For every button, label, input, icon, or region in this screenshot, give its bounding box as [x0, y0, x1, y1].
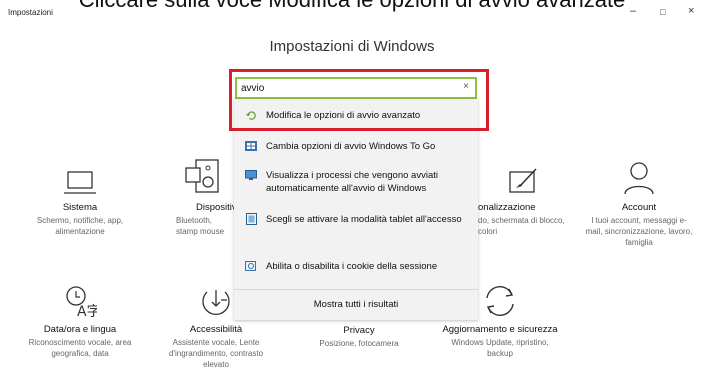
monitor-icon [244, 169, 258, 181]
search-input[interactable] [241, 80, 451, 96]
windows-to-go-icon [244, 140, 258, 152]
suggestion-label: Scegli se attivare la modalità tablet al… [266, 214, 462, 225]
category-desc: do, schermata di blocco, colori [478, 216, 565, 236]
category-title: onalizzazione [478, 202, 536, 213]
suggestion-item-session-cookies[interactable]: Abilita o disabilita i cookie della sess… [234, 260, 478, 273]
category-sistema[interactable]: Sistema Schermo, notifiche, app, aliment… [28, 152, 132, 237]
suggestion-label: Modifica le opzioni di avvio avanzato [266, 110, 421, 121]
category-data-ora-lingua[interactable]: A字 Data/ora e lingua Riconoscimento voca… [28, 274, 132, 359]
suggestion-label: Visualizza i processi che vengono avviat… [266, 170, 438, 194]
category-personalizzazione[interactable]: onalizzazione do, schermata di blocco, c… [478, 152, 568, 237]
category-dispositivi[interactable]: Dispositiv Bluetooth, stamp mouse [170, 142, 237, 237]
category-title: Data/ora e lingua [43, 324, 117, 335]
keyboard-icon [170, 142, 234, 196]
brush-icon [478, 152, 568, 196]
category-title: Account [621, 202, 657, 213]
suggestion-label: Cambia opzioni di avvio Windows To Go [266, 141, 436, 152]
category-title: Sistema [62, 202, 98, 213]
tablet-icon [244, 213, 258, 225]
language-icon: A字 [28, 274, 132, 318]
maximize-button[interactable]: □ [660, 6, 665, 18]
category-desc: I tuoi account, messaggi e-mail, sincron… [585, 216, 693, 247]
suggestion-item-tablet-mode[interactable]: Scegli se attivare la modalità tablet al… [234, 213, 478, 226]
svg-text:A字: A字 [77, 304, 97, 318]
clear-icon[interactable]: × [463, 81, 469, 92]
search-suggestions: Modifica le opzioni di avvio avanzato Ca… [234, 99, 478, 320]
suggestion-item-advanced-startup[interactable]: Modifica le opzioni di avvio avanzato [234, 109, 478, 122]
category-desc: Riconoscimento vocale, area geografica, … [28, 338, 132, 358]
category-desc: Bluetooth, stamp mouse [176, 216, 225, 236]
page-title: Impostazioni di Windows [269, 38, 435, 55]
suggestion-item-startup-processes[interactable]: Visualizza i processi che vengono avviat… [234, 169, 478, 195]
laptop-icon [28, 152, 132, 196]
minimize-button[interactable]: – [630, 5, 636, 17]
person-icon [584, 148, 694, 196]
category-desc: Posizione, fotocamera [319, 339, 399, 348]
category-title: Aggiornamento e sicurezza [442, 324, 558, 335]
suggestion-item-windows-to-go[interactable]: Cambia opzioni di avvio Windows To Go [234, 140, 478, 153]
suggestion-label: Abilita o disabilita i cookie della sess… [266, 261, 438, 272]
category-title: Privacy [343, 325, 375, 336]
category-desc: Windows Update, ripristino, backup [451, 338, 549, 358]
window-title: Impostazioni [8, 8, 53, 17]
category-desc: Assistente vocale, Lente d'ingrandimento… [168, 338, 264, 369]
tutorial-caption: Cliccare sulla voce Modifica le opzioni … [0, 0, 704, 14]
category-title: Accessibilità [189, 324, 243, 335]
close-button[interactable]: × [688, 5, 694, 17]
category-account[interactable]: Account I tuoi account, messaggi e-mail,… [584, 148, 694, 248]
cookie-icon [244, 260, 258, 272]
show-all-results-button[interactable]: Mostra tutti i risultati [234, 289, 478, 321]
search-box[interactable]: × [235, 77, 477, 99]
category-title: Dispositiv [196, 202, 237, 213]
category-desc: Schermo, notifiche, app, alimentazione [36, 216, 124, 236]
recovery-icon [244, 109, 258, 121]
